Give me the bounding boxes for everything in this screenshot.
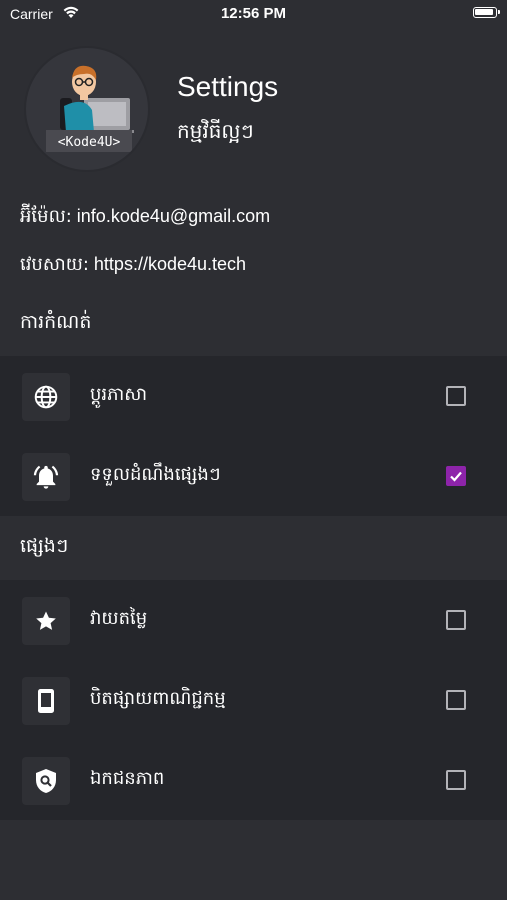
setting-row-privacy[interactable]: ឯកជនភាព xyxy=(0,740,507,820)
setting-row-ads[interactable]: បិតផ្សាយពាណិជ្ជកម្ម xyxy=(0,660,507,740)
section-header-others: ផ្សេងៗ xyxy=(20,535,69,557)
section-header-settings: ការកំណត់ xyxy=(20,311,92,333)
website-value[interactable]: https://kode4u.tech xyxy=(94,254,246,274)
setting-row-rate[interactable]: វាយតម្លៃ xyxy=(0,580,507,660)
setting-label-language: ប្ដូរភាសា xyxy=(90,384,148,405)
notifications-checkbox[interactable] xyxy=(446,466,466,486)
setting-row-notifications[interactable]: ទទួលដំណឹងផ្សេងៗ xyxy=(0,436,507,516)
app-subtitle: កម្មវិធីល្អៗ xyxy=(177,119,254,143)
checkmark-icon xyxy=(450,471,462,482)
settings-section: ប្ដូរភាសា ទទួលដំណឹងផ្សេងៗ xyxy=(0,356,507,516)
email-line: អ៊ីម៉ែល: info.kode4u@gmail.com xyxy=(20,204,270,231)
others-section: វាយតម្លៃ បិតផ្សាយពាណិជ្ជកម្ម ឯកជនភាព xyxy=(0,580,507,820)
page-title: Settings xyxy=(177,71,279,102)
website-line: វេបសាយ: https://kode4u.tech xyxy=(20,252,246,279)
avatar: <Kode4U> xyxy=(24,46,150,172)
setting-label-privacy: ឯកជនភាព xyxy=(90,768,165,789)
clock: 12:56 PM xyxy=(220,5,287,22)
battery-icon xyxy=(473,7,500,18)
phone-icon xyxy=(22,677,70,725)
email-label: អ៊ីម៉ែល: xyxy=(20,206,72,227)
rate-checkbox[interactable] xyxy=(446,610,466,630)
bell-icon xyxy=(22,453,70,501)
setting-label-rate: វាយតម្លៃ xyxy=(90,608,148,629)
status-bar: Carrier 12:56 PM xyxy=(0,0,507,30)
setting-label-notifications: ទទួលដំណឹងផ្សេងៗ xyxy=(90,464,221,485)
setting-row-language[interactable]: ប្ដូរភាសា xyxy=(0,356,507,436)
ads-checkbox[interactable] xyxy=(446,690,466,710)
privacy-shield-icon xyxy=(22,757,70,805)
email-value[interactable]: info.kode4u@gmail.com xyxy=(77,206,270,226)
website-label: វេបសាយ: xyxy=(20,254,89,275)
avatar-badge-text: <Kode4U> xyxy=(58,135,121,150)
setting-label-ads: បិតផ្សាយពាណិជ្ជកម្ម xyxy=(90,688,226,709)
star-icon xyxy=(22,597,70,645)
privacy-checkbox[interactable] xyxy=(446,770,466,790)
globe-icon xyxy=(22,373,70,421)
developer-avatar-illustration: <Kode4U> xyxy=(46,65,134,152)
profile-header: <Kode4U> Settings កម្មវិធីល្អៗ xyxy=(20,46,500,176)
language-checkbox[interactable] xyxy=(446,386,466,406)
